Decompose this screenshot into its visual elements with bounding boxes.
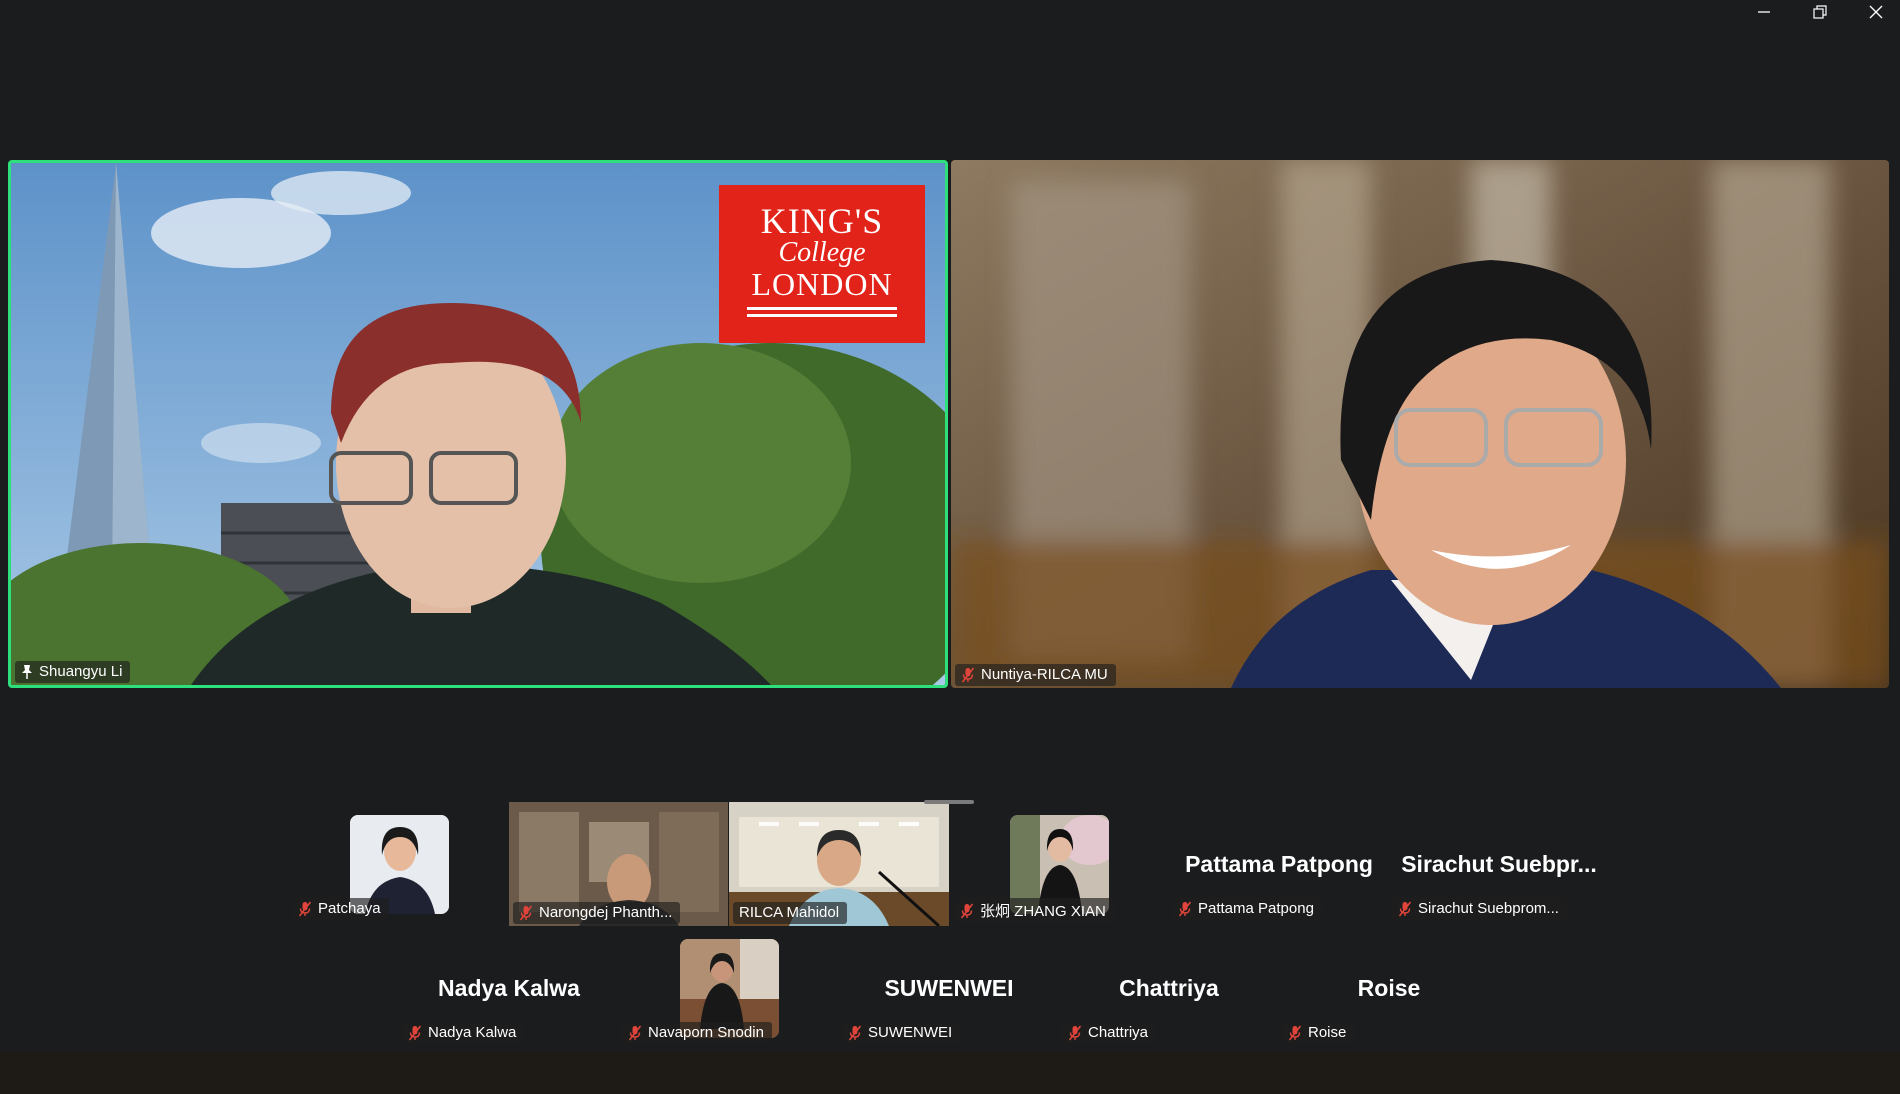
mic-muted-icon bbox=[1288, 1025, 1302, 1041]
mic-muted-icon bbox=[298, 901, 312, 917]
close-icon bbox=[1869, 5, 1883, 19]
participant-name-tag: Narongdej Phanth... bbox=[513, 902, 681, 924]
video-tile-active-speaker[interactable]: KING'S College LONDON Shuangyu Li bbox=[8, 160, 948, 688]
scroll-indicator[interactable] bbox=[924, 800, 974, 804]
mic-muted-icon bbox=[1398, 901, 1412, 917]
participant-name-tag: Nadya Kalwa bbox=[402, 1022, 525, 1044]
close-button[interactable] bbox=[1848, 0, 1900, 24]
participant-name-tag: Shuangyu Li bbox=[15, 661, 131, 683]
participant-name-large: Nadya Kalwa bbox=[438, 975, 580, 1001]
participant-name-tag: Navaporn Snodin bbox=[622, 1022, 772, 1044]
participant-name-tag: Roise bbox=[1282, 1022, 1355, 1044]
participant-name-large: Chattriya bbox=[1119, 975, 1219, 1001]
participant-name-tag: SUWENWEI bbox=[842, 1022, 961, 1044]
restore-icon bbox=[1813, 5, 1827, 19]
video-tile-narongdej[interactable]: Narongdej Phanth... bbox=[509, 802, 728, 926]
minimize-button[interactable] bbox=[1736, 0, 1792, 24]
participant-name: Narongdej Phanth... bbox=[539, 904, 673, 921]
mic-muted-icon bbox=[961, 667, 975, 683]
participant-name-tag: Pattama Patpong bbox=[1172, 898, 1322, 920]
mic-muted-icon bbox=[960, 903, 974, 919]
participant-name: Patchaya bbox=[318, 900, 381, 917]
participant-name-tag: Chattriya bbox=[1062, 1022, 1157, 1044]
logo-line-london: LONDON bbox=[751, 266, 893, 302]
title-bar bbox=[0, 0, 1900, 40]
participant-name: Nadya Kalwa bbox=[428, 1024, 517, 1041]
bottom-strip bbox=[0, 1052, 1900, 1094]
mic-muted-icon bbox=[1178, 901, 1192, 917]
kcl-logo: KING'S College LONDON bbox=[719, 185, 925, 343]
logo-line-kings: KING'S bbox=[760, 201, 884, 241]
mic-muted-icon bbox=[408, 1025, 422, 1041]
participant-name: RILCA Mahidol bbox=[739, 904, 840, 921]
participant-name: Shuangyu Li bbox=[39, 663, 123, 680]
participant-name: 张炯 ZHANG XIAN bbox=[980, 903, 1106, 920]
logo-line-college: College bbox=[778, 237, 866, 268]
participant-name-tag: Nuntiya-RILCA MU bbox=[955, 664, 1116, 686]
participant-name: Roise bbox=[1308, 1024, 1347, 1041]
participant-name-large: Roise bbox=[1357, 975, 1421, 1001]
participant-name-tag: Sirachut Suebprom... bbox=[1392, 898, 1567, 920]
mic-muted-icon bbox=[848, 1025, 862, 1041]
participant-name: Nuntiya-RILCA MU bbox=[981, 666, 1108, 683]
participant-name-large: Sirachut Suebpr... bbox=[1401, 851, 1597, 877]
participant-name: Chattriya bbox=[1088, 1024, 1149, 1041]
video-tile-featured[interactable]: Nuntiya-RILCA MU bbox=[951, 160, 1889, 688]
participant-name: SUWENWEI bbox=[868, 1024, 953, 1041]
participant-name-large: Pattama Patpong bbox=[1185, 851, 1373, 877]
video-tile-rilca-mahidol[interactable]: RILCA Mahidol bbox=[729, 802, 949, 926]
participant-name-tag: Patchaya bbox=[292, 898, 389, 920]
participant-name: Navaporn Snodin bbox=[648, 1024, 764, 1041]
mic-muted-icon bbox=[1068, 1025, 1082, 1041]
participant-name-large: SUWENWEI bbox=[884, 975, 1014, 1001]
mic-muted-icon bbox=[628, 1025, 642, 1041]
participant-name-tag: RILCA Mahidol bbox=[733, 902, 848, 924]
video-feed bbox=[951, 160, 1889, 688]
minimize-icon bbox=[1758, 11, 1770, 13]
pin-icon bbox=[21, 664, 33, 680]
participant-name: Sirachut Suebprom... bbox=[1418, 900, 1559, 917]
restore-button[interactable] bbox=[1792, 0, 1848, 24]
participant-name-tag: 张炯 ZHANG XIAN bbox=[954, 898, 1114, 924]
mic-muted-icon bbox=[519, 905, 533, 921]
participant-name: Pattama Patpong bbox=[1198, 900, 1314, 917]
